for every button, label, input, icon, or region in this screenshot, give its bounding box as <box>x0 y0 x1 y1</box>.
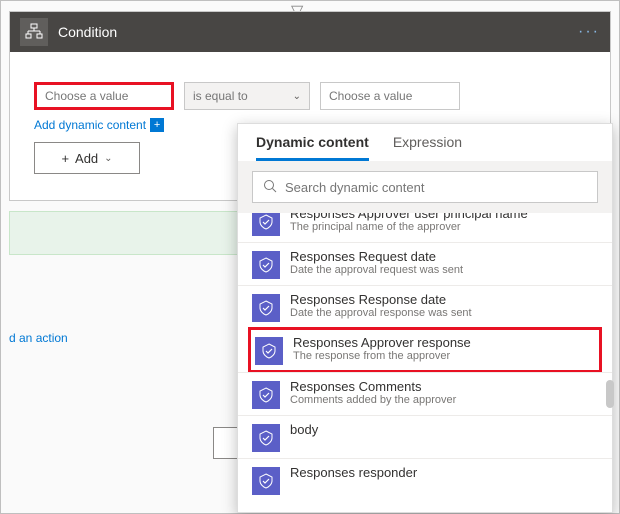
list-item-title: Responses Approver user principal name <box>290 213 528 221</box>
approval-icon <box>252 467 280 495</box>
add-button[interactable]: + Add ⌄ <box>34 142 140 174</box>
list-item-title: body <box>290 422 318 437</box>
list-item-desc: The principal name of the approver <box>290 221 528 233</box>
list-item-text: Responses Approver user principal nameTh… <box>290 213 528 233</box>
dynamic-content-popup: Dynamic content Expression Search dynami… <box>237 123 613 513</box>
chevron-down-icon: ⌄ <box>104 153 112 164</box>
right-value-input[interactable]: Choose a value <box>320 82 460 110</box>
list-item-title: Responses Comments <box>290 379 456 394</box>
add-action-link[interactable]: d an action <box>9 331 68 345</box>
plus-badge-icon: + <box>150 118 164 132</box>
list-item-title: Responses responder <box>290 465 417 480</box>
list-item[interactable]: Responses Request dateDate the approval … <box>238 242 612 285</box>
list-item-text: Responses responder <box>290 465 417 480</box>
card-header[interactable]: Condition ··· <box>10 12 610 52</box>
list-item-desc: Date the approval response was sent <box>290 307 472 319</box>
list-item[interactable]: Responses responder <box>238 458 612 501</box>
scrollbar-thumb[interactable] <box>606 380 614 408</box>
list-item-text: Responses Approver responseThe response … <box>293 335 471 362</box>
card-menu-button[interactable]: ··· <box>578 23 600 41</box>
approval-icon <box>252 251 280 279</box>
plus-icon: + <box>61 151 69 166</box>
search-placeholder: Search dynamic content <box>285 180 424 195</box>
approval-icon <box>252 213 280 236</box>
list-item[interactable]: Responses Approver user principal nameTh… <box>238 213 612 242</box>
operator-select[interactable]: is equal to ⌄ <box>184 82 310 110</box>
tab-expression[interactable]: Expression <box>393 134 462 161</box>
list-item[interactable]: Responses CommentsComments added by the … <box>238 372 612 415</box>
list-item-title: Responses Request date <box>290 249 463 264</box>
approval-icon <box>255 337 283 365</box>
approval-icon <box>252 294 280 322</box>
left-value-input[interactable]: Choose a value <box>34 82 174 110</box>
chevron-down-icon: ⌄ <box>293 91 301 102</box>
approval-icon <box>252 424 280 452</box>
list-item-text: Responses Response dateDate the approval… <box>290 292 472 319</box>
card-title: Condition <box>58 24 578 40</box>
list-item-text: Responses CommentsComments added by the … <box>290 379 456 406</box>
list-item-desc: The response from the approver <box>293 350 471 362</box>
list-item-desc: Date the approval request was sent <box>290 264 463 276</box>
condition-row: Choose a value is equal to ⌄ Choose a va… <box>34 82 586 110</box>
list-item-desc: Comments added by the approver <box>290 394 456 406</box>
dynamic-link-label: Add dynamic content <box>34 118 146 132</box>
list-item[interactable]: Responses Approver responseThe response … <box>248 327 602 373</box>
search-icon <box>263 179 277 196</box>
list-item-title: Responses Response date <box>290 292 472 307</box>
add-label: Add <box>75 151 98 166</box>
search-input[interactable]: Search dynamic content <box>252 171 598 203</box>
left-value-placeholder: Choose a value <box>45 89 128 103</box>
condition-icon <box>20 18 48 46</box>
list-item-text: Responses Request dateDate the approval … <box>290 249 463 276</box>
right-value-placeholder: Choose a value <box>329 89 412 103</box>
popup-tabs: Dynamic content Expression <box>238 124 612 161</box>
list-item[interactable]: body <box>238 415 612 458</box>
operator-label: is equal to <box>193 89 248 103</box>
list-item-title: Responses Approver response <box>293 335 471 350</box>
list-item-text: body <box>290 422 318 437</box>
canvas: ▽ Condition ··· Choose a value <box>1 1 619 513</box>
approval-icon <box>252 381 280 409</box>
dynamic-content-list: Responses Approver user principal nameTh… <box>238 213 612 505</box>
list-item[interactable]: Responses Response dateDate the approval… <box>238 285 612 328</box>
search-wrap: Search dynamic content <box>238 161 612 213</box>
tab-dynamic-content[interactable]: Dynamic content <box>256 134 369 161</box>
